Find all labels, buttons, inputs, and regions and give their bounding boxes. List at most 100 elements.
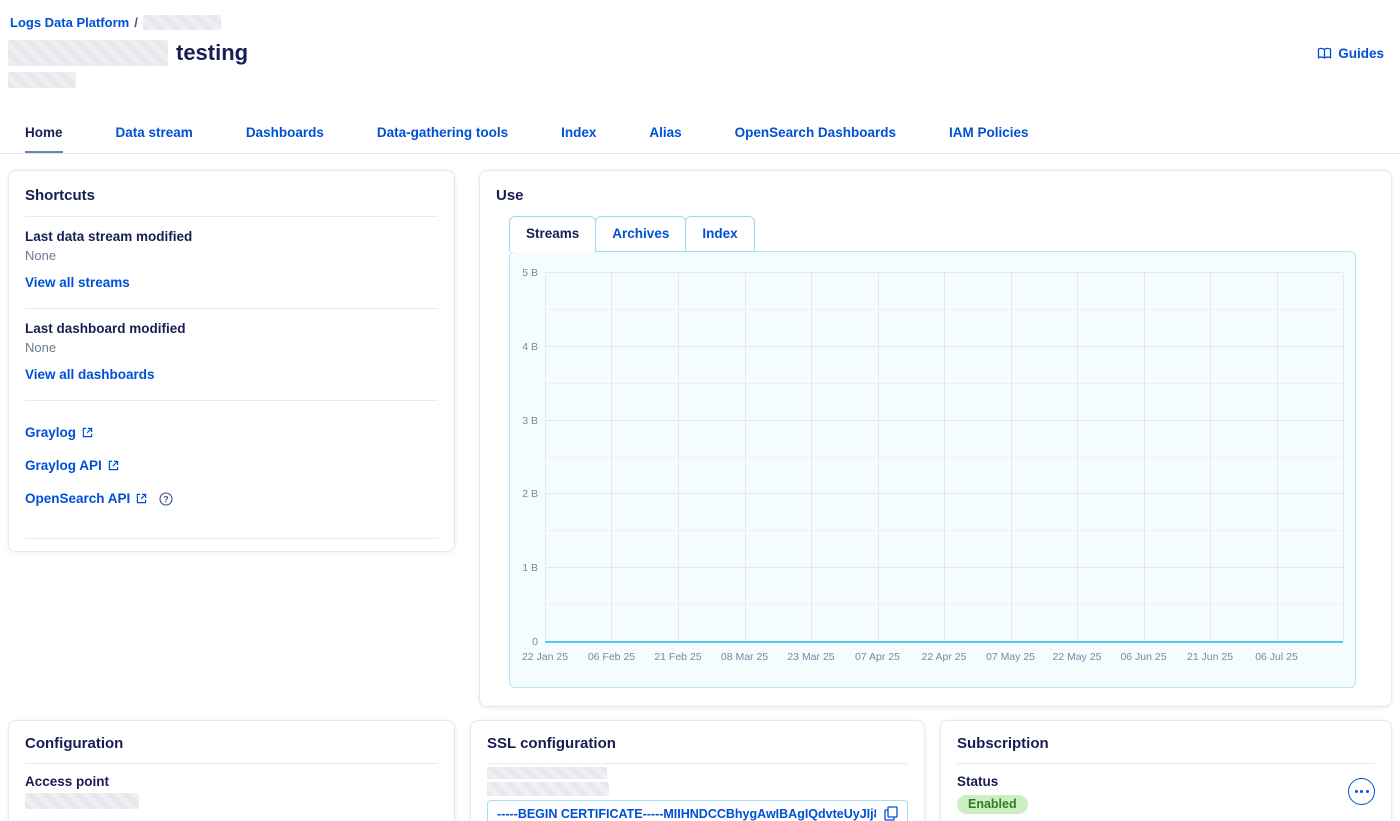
- last-dashboard-section: Last dashboard modified None View all da…: [9, 309, 454, 400]
- y-axis-tick: 5 B: [522, 267, 545, 279]
- tab-index[interactable]: Index: [561, 117, 596, 153]
- use-card: Use Streams Archives Index 01 B2 B3 B4 B…: [479, 170, 1392, 707]
- last-stream-section: Last data stream modified None View all …: [9, 217, 454, 308]
- y-axis-tick: 2 B: [522, 488, 545, 500]
- x-axis-tick: 21 Jun 25: [1187, 651, 1233, 663]
- x-axis-tick: 06 Feb 25: [588, 651, 635, 663]
- gridline-vertical: [1011, 273, 1012, 642]
- guides-link[interactable]: Guides: [1317, 46, 1384, 61]
- gridline-vertical: [1343, 273, 1344, 642]
- y-axis-tick: 1 B: [522, 562, 545, 574]
- tab-opensearch-dashboards[interactable]: OpenSearch Dashboards: [735, 117, 896, 153]
- x-axis-tick: 23 Mar 25: [787, 651, 834, 663]
- x-axis-tick: 08 Mar 25: [721, 651, 768, 663]
- svg-text:?: ?: [164, 494, 169, 504]
- subscription-title: Subscription: [941, 735, 1391, 763]
- last-stream-value: None: [25, 248, 438, 263]
- ssl-title: SSL configuration: [471, 735, 924, 763]
- graylog-api-link[interactable]: Graylog API: [25, 458, 438, 473]
- redacted-service-name: [143, 15, 221, 30]
- breadcrumb-platform-link[interactable]: Logs Data Platform: [10, 15, 129, 30]
- usage-chart[interactable]: 01 B2 B3 B4 B5 B22 Jan 2506 Feb 2521 Feb…: [509, 251, 1356, 688]
- copy-icon[interactable]: [884, 806, 898, 821]
- certificate-field[interactable]: -----BEGIN CERTIFICATE-----MIIHNDCCBhygA…: [487, 800, 908, 821]
- configuration-title: Configuration: [9, 735, 454, 763]
- subscription-card: Subscription Status Enabled: [940, 720, 1392, 821]
- y-axis-tick: 4 B: [522, 341, 545, 353]
- gridline-vertical: [611, 273, 612, 642]
- last-dashboard-value: None: [25, 340, 438, 355]
- x-axis-tick: 07 May 25: [986, 651, 1035, 663]
- divider: [25, 538, 438, 539]
- gridline-vertical: [745, 273, 746, 642]
- use-title: Use: [480, 187, 1391, 204]
- certificate-preview: -----BEGIN CERTIFICATE-----MIIHNDCCBhygA…: [497, 807, 876, 821]
- gridline-vertical: [944, 273, 945, 642]
- redacted-ssl-label-1: [487, 767, 607, 779]
- tab-data-gathering-tools[interactable]: Data-gathering tools: [377, 117, 508, 153]
- shortcuts-title: Shortcuts: [9, 187, 454, 216]
- gridline-vertical: [1210, 273, 1211, 642]
- x-axis-tick: 22 Apr 25: [922, 651, 967, 663]
- last-dashboard-label: Last dashboard modified: [25, 321, 438, 336]
- use-tab-streams[interactable]: Streams: [509, 216, 596, 252]
- external-link-icon: [136, 493, 147, 504]
- gridline-vertical: [1277, 273, 1278, 642]
- external-link-icon: [108, 460, 119, 471]
- chart-plot-area: 01 B2 B3 B4 B5 B22 Jan 2506 Feb 2521 Feb…: [545, 273, 1343, 642]
- opensearch-api-link-label: OpenSearch API: [25, 491, 130, 506]
- status-badge: Enabled: [957, 795, 1028, 814]
- page-title: testing: [176, 40, 248, 66]
- redacted-ssl-label-2: [487, 782, 609, 796]
- ellipsis-icon: [1355, 790, 1369, 793]
- redacted-title-prefix: [8, 40, 168, 66]
- ssl-redacted-labels: [471, 764, 924, 796]
- tab-home[interactable]: Home: [25, 117, 63, 153]
- last-stream-label: Last data stream modified: [25, 229, 438, 244]
- x-axis-tick: 07 Apr 25: [855, 651, 900, 663]
- main-tab-bar: Home Data stream Dashboards Data-gatheri…: [0, 117, 1400, 154]
- graylog-api-link-label: Graylog API: [25, 458, 102, 473]
- use-tab-index[interactable]: Index: [685, 216, 754, 252]
- help-icon[interactable]: ?: [159, 492, 173, 506]
- gridline-vertical: [1077, 273, 1078, 642]
- x-axis-tick: 22 May 25: [1052, 651, 1101, 663]
- usage-series-line: [545, 641, 1343, 643]
- x-axis-tick: 06 Jun 25: [1120, 651, 1166, 663]
- gridline-vertical: [678, 273, 679, 642]
- gridline-vertical: [545, 273, 546, 642]
- guides-label: Guides: [1338, 46, 1384, 61]
- use-tab-archives[interactable]: Archives: [595, 216, 686, 252]
- status-section: Status Enabled: [941, 764, 1391, 821]
- opensearch-api-link[interactable]: OpenSearch API ?: [25, 491, 438, 506]
- x-axis-tick: 06 Jul 25: [1255, 651, 1298, 663]
- shortcuts-card: Shortcuts Last data stream modified None…: [8, 170, 455, 552]
- view-all-streams-link[interactable]: View all streams: [25, 275, 130, 290]
- graylog-link[interactable]: Graylog: [25, 425, 438, 440]
- ssl-configuration-card: SSL configuration -----BEGIN CERTIFICATE…: [470, 720, 925, 821]
- x-axis-tick: 22 Jan 25: [522, 651, 568, 663]
- redacted-subtitle: [8, 72, 76, 88]
- tab-alias[interactable]: Alias: [649, 117, 681, 153]
- external-links-section: Graylog Graylog API: [9, 401, 454, 538]
- y-axis-tick: 0: [532, 636, 545, 648]
- subscription-actions-button[interactable]: [1348, 778, 1375, 805]
- breadcrumb: Logs Data Platform /: [0, 0, 1400, 30]
- access-point-label: Access point: [25, 774, 438, 789]
- tab-data-stream[interactable]: Data stream: [116, 117, 193, 153]
- title-row: testing Guides: [0, 30, 1400, 66]
- view-all-dashboards-link[interactable]: View all dashboards: [25, 367, 155, 382]
- y-axis-tick: 3 B: [522, 415, 545, 427]
- tab-iam-policies[interactable]: IAM Policies: [949, 117, 1029, 153]
- graylog-link-label: Graylog: [25, 425, 76, 440]
- gridline-vertical: [811, 273, 812, 642]
- redacted-access-point-value: [25, 793, 139, 809]
- tab-dashboards[interactable]: Dashboards: [246, 117, 324, 153]
- book-icon: [1317, 47, 1332, 60]
- use-tab-bar: Streams Archives Index: [509, 216, 1356, 251]
- gridline-vertical: [878, 273, 879, 642]
- gridline-vertical: [1144, 273, 1145, 642]
- breadcrumb-separator: /: [134, 15, 138, 30]
- external-link-icon: [82, 427, 93, 438]
- configuration-card: Configuration Access point: [8, 720, 455, 821]
